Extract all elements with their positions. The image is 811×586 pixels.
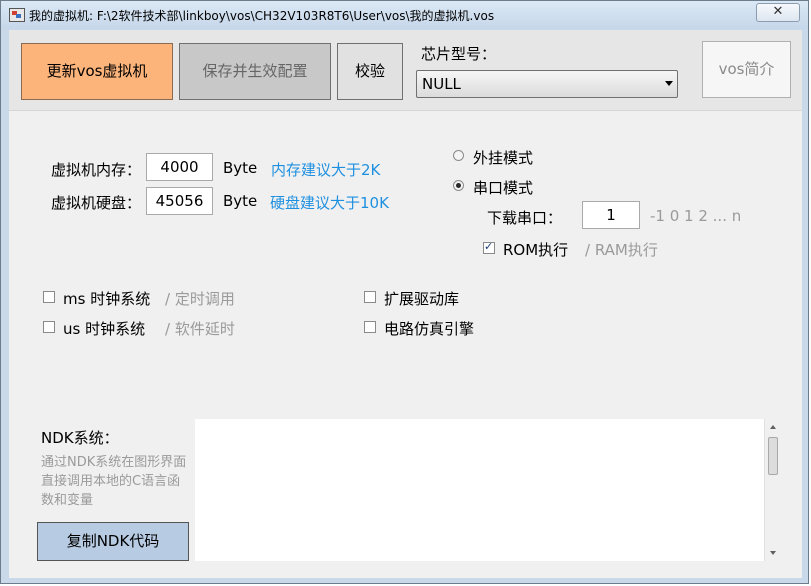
client-area: 更新vos虚拟机 保存并生效配置 校验 芯片型号： NULL vos简介 虚拟机… bbox=[9, 30, 802, 578]
vertical-scrollbar[interactable] bbox=[764, 419, 781, 561]
copy-ndk-code-button[interactable]: 复制NDK代码 bbox=[37, 522, 189, 561]
ms-clock-checkbox[interactable] bbox=[43, 291, 55, 303]
window-title: 我的虚拟机: F:\2软件技术部\linkboy\vos\CH32V103R8T… bbox=[29, 9, 495, 23]
external-mode-label: 外挂模式 bbox=[473, 149, 534, 167]
download-port-input[interactable]: 1 bbox=[582, 201, 640, 229]
disk-input[interactable]: 45056 bbox=[146, 187, 213, 215]
us-clock-hint: / 软件延时 bbox=[165, 320, 235, 338]
scroll-down-icon[interactable] bbox=[770, 551, 776, 555]
us-clock-checkbox[interactable] bbox=[43, 321, 55, 333]
chevron-down-icon bbox=[665, 81, 673, 86]
save-config-button[interactable]: 保存并生效配置 bbox=[179, 43, 331, 100]
rom-exec-checkbox[interactable] bbox=[483, 240, 495, 254]
app-window: 我的虚拟机: F:\2软件技术部\linkboy\vos\CH32V103R8T… bbox=[0, 0, 809, 584]
ms-clock-hint: / 定时调用 bbox=[165, 290, 235, 308]
download-port-label: 下载串口： bbox=[487, 209, 563, 227]
rom-exec-label: ROM执行 bbox=[503, 241, 569, 259]
ndk-title: NDK系统： bbox=[41, 429, 119, 447]
memory-input[interactable]: 4000 bbox=[146, 153, 213, 181]
ndk-description: 通过NDK系统在图形界面直接调用本地的C语言函数和变量 bbox=[41, 455, 187, 508]
scroll-up-icon[interactable] bbox=[770, 425, 776, 429]
update-vos-button[interactable]: 更新vos虚拟机 bbox=[21, 43, 173, 100]
port-hint: -1 0 1 2 ... n bbox=[650, 207, 742, 225]
ndk-code-textarea[interactable] bbox=[195, 419, 781, 561]
serial-mode-radio[interactable] bbox=[453, 180, 464, 191]
circuit-sim-checkbox[interactable] bbox=[364, 321, 376, 333]
memory-unit: Byte bbox=[223, 159, 258, 177]
chip-model-label: 芯片型号： bbox=[421, 45, 497, 63]
app-icon bbox=[9, 8, 25, 22]
ram-exec-hint: / RAM执行 bbox=[585, 241, 658, 259]
ms-clock-label: ms 时钟系统 bbox=[63, 290, 151, 308]
disk-hint: 硬盘建议大于10K bbox=[270, 194, 389, 212]
verify-button[interactable]: 校验 bbox=[337, 43, 403, 100]
toolbar: 更新vos虚拟机 保存并生效配置 校验 芯片型号： NULL vos简介 bbox=[9, 30, 802, 111]
driver-lib-checkbox[interactable] bbox=[364, 291, 376, 303]
memory-hint: 内存建议大于2K bbox=[271, 161, 381, 179]
circuit-sim-label: 电路仿真引擎 bbox=[384, 320, 475, 338]
driver-lib-label: 扩展驱动库 bbox=[384, 290, 460, 308]
chip-model-value: NULL bbox=[422, 75, 461, 93]
close-button[interactable]: ✕ bbox=[756, 3, 800, 22]
serial-mode-label: 串口模式 bbox=[473, 179, 534, 197]
external-mode-radio[interactable] bbox=[453, 150, 464, 161]
scroll-thumb[interactable] bbox=[768, 437, 778, 475]
disk-unit: Byte bbox=[223, 192, 258, 210]
vos-intro-button[interactable]: vos简介 bbox=[702, 41, 791, 98]
title-bar: 我的虚拟机: F:\2软件技术部\linkboy\vos\CH32V103R8T… bbox=[1, 1, 808, 29]
memory-label: 虚拟机内存： bbox=[51, 161, 142, 179]
chip-model-select[interactable]: NULL bbox=[416, 70, 678, 98]
disk-label: 虚拟机硬盘： bbox=[51, 194, 142, 212]
us-clock-label: us 时钟系统 bbox=[63, 320, 146, 338]
